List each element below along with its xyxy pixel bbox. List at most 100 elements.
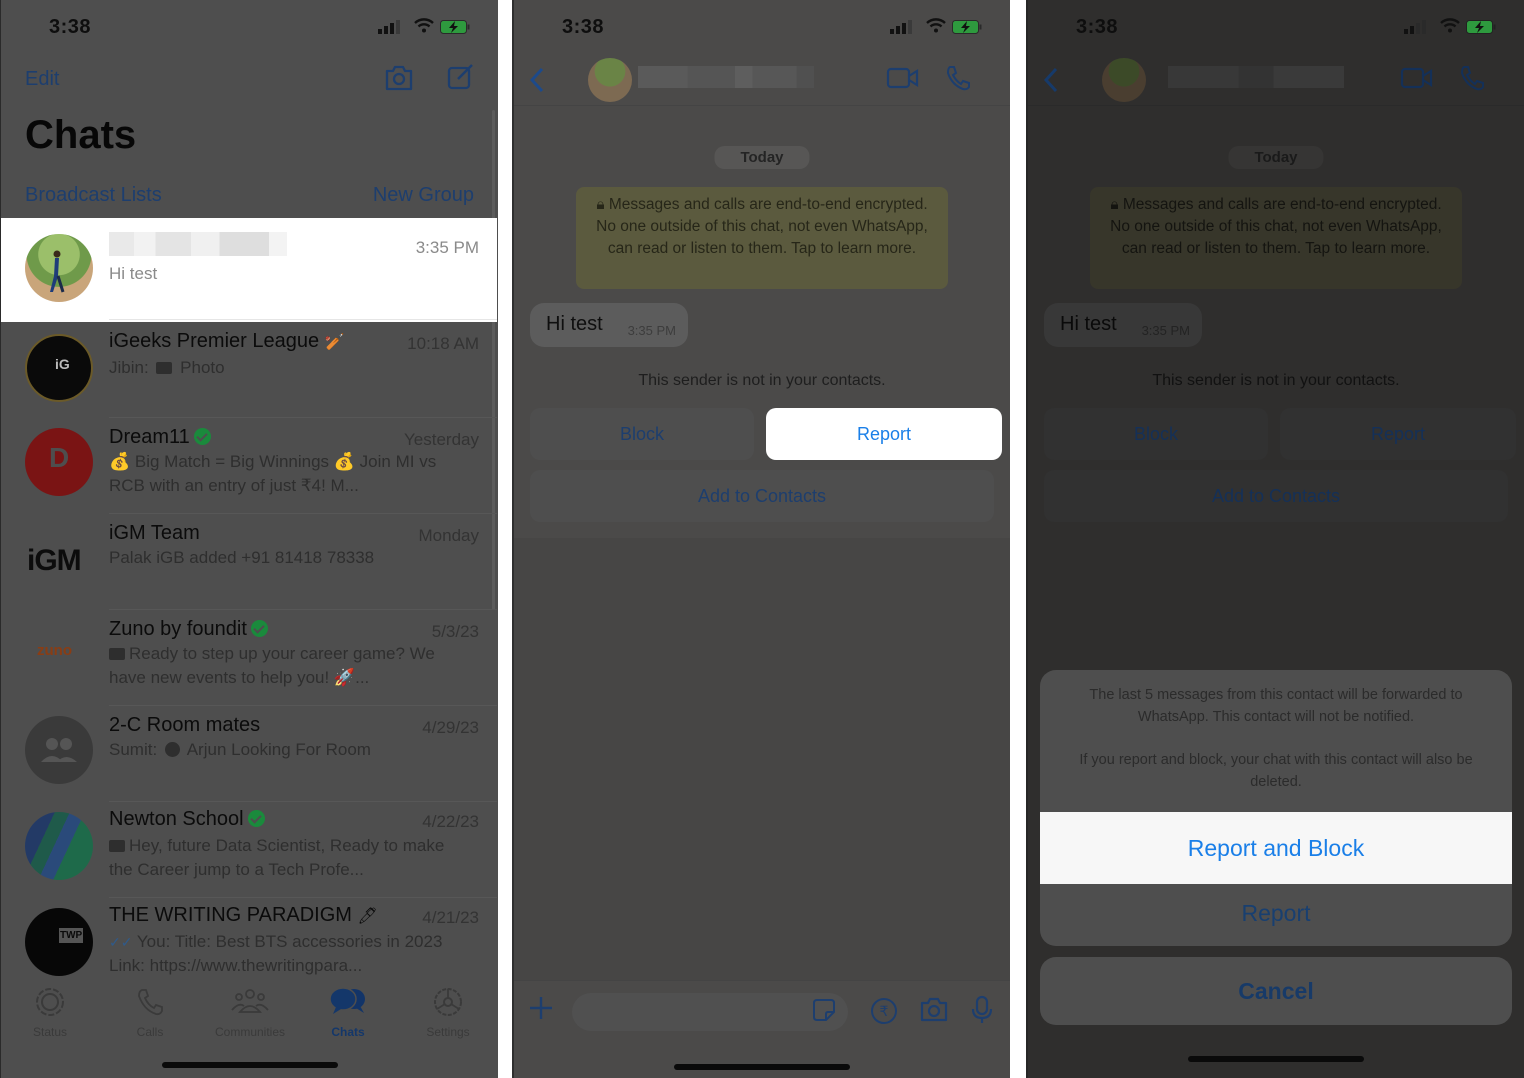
page-title: Chats bbox=[25, 113, 137, 157]
date-divider: Today bbox=[714, 146, 810, 169]
contact-name-redacted[interactable] bbox=[638, 66, 814, 88]
block-button[interactable]: Block bbox=[1044, 408, 1268, 460]
preview-sender: Jibin: bbox=[109, 358, 149, 377]
settings-icon bbox=[434, 988, 462, 1016]
chat-time: 4/21/23 bbox=[422, 908, 479, 927]
chat-preview: Hi test bbox=[109, 264, 158, 283]
message-bubble[interactable]: Hi test 3:35 PM bbox=[1044, 303, 1202, 347]
avatar: iG bbox=[25, 334, 93, 402]
pen-emoji: 🖊 bbox=[357, 908, 378, 925]
home-indicator[interactable] bbox=[1188, 1056, 1364, 1062]
chat-row[interactable]: 3:35 PM Hi test bbox=[1, 218, 497, 322]
back-chevron-icon[interactable] bbox=[528, 66, 546, 94]
avatar: TWP bbox=[25, 908, 93, 976]
camera-icon[interactable] bbox=[919, 997, 949, 1023]
tab-status[interactable]: Status bbox=[5, 986, 95, 1039]
add-to-contacts-button[interactable]: Add to Contacts bbox=[1044, 470, 1508, 522]
message-input[interactable] bbox=[572, 993, 848, 1031]
report-action-sheet: The last 5 messages from this contact wi… bbox=[1040, 670, 1512, 946]
report-button[interactable]: Report bbox=[766, 408, 1002, 460]
voice-call-icon[interactable] bbox=[944, 64, 972, 92]
battery-charging-icon bbox=[952, 20, 982, 34]
payment-rupee-icon[interactable]: ₹ bbox=[870, 997, 898, 1025]
plus-icon[interactable] bbox=[528, 995, 554, 1021]
avatar bbox=[25, 716, 93, 784]
back-chevron-icon[interactable] bbox=[1042, 66, 1060, 94]
video-call-icon[interactable] bbox=[1400, 66, 1434, 90]
message-input-bar: ₹ bbox=[514, 980, 1010, 1078]
new-group-link[interactable]: New Group bbox=[373, 184, 474, 207]
preview-sender: Sumit: bbox=[109, 740, 158, 759]
chat-preview: You: Title: Best BTS accessories in 2023… bbox=[109, 932, 443, 975]
cellular-signal-icon bbox=[1404, 20, 1426, 34]
message-time: 3:35 PM bbox=[1141, 323, 1190, 338]
tab-bar: Status Calls Communities Chats Settings bbox=[1, 978, 498, 1078]
encryption-notice[interactable]: 🔒︎ Messages and calls are end-to-end enc… bbox=[1090, 187, 1462, 289]
avatar: zuno bbox=[25, 620, 93, 688]
message-bubble[interactable]: Hi test 3:35 PM bbox=[530, 303, 688, 347]
contact-name-redacted[interactable] bbox=[1168, 66, 1344, 88]
phone-icon bbox=[138, 989, 163, 1016]
double-check-icon: ✓✓ bbox=[109, 934, 133, 950]
edit-button[interactable]: Edit bbox=[25, 68, 59, 91]
chat-row[interactable]: D Dream11 Yesterday 💰 Big Match = Big Wi… bbox=[1, 418, 497, 514]
voice-call-icon[interactable] bbox=[1458, 64, 1486, 92]
status-bar: 3:38 bbox=[1, 0, 498, 56]
cellular-signal-icon bbox=[890, 20, 912, 34]
avatar-logo-text: TWP bbox=[59, 928, 84, 943]
report-and-block-button[interactable]: Report and Block bbox=[1040, 812, 1512, 884]
chat-name: THE WRITING PARADIGM bbox=[109, 904, 352, 926]
compose-icon[interactable] bbox=[447, 62, 475, 90]
report-button[interactable]: Report bbox=[1280, 408, 1516, 460]
chat-name: Dream11 bbox=[109, 426, 190, 448]
chat-preview: Arjun Looking For Room bbox=[186, 740, 371, 759]
avatar bbox=[25, 234, 93, 302]
encryption-notice[interactable]: 🔒︎ Messages and calls are end-to-end enc… bbox=[576, 187, 948, 289]
wifi-icon bbox=[926, 18, 946, 33]
tab-communities[interactable]: Communities bbox=[205, 986, 295, 1039]
chat-preview: Photo bbox=[180, 358, 225, 377]
camera-icon[interactable] bbox=[384, 64, 414, 92]
block-button[interactable]: Block bbox=[530, 408, 754, 460]
avatar-logo-text: iG bbox=[55, 356, 70, 372]
chat-row[interactable]: Newton School 4/22/23 Hey, future Data S… bbox=[1, 802, 497, 898]
home-indicator[interactable] bbox=[674, 1064, 850, 1070]
date-divider: Today bbox=[1228, 146, 1324, 169]
chat-screen-report-highlight: 3:38 Today 🔒︎ Messages and calls are end… bbox=[512, 0, 1010, 1078]
tab-settings[interactable]: Settings bbox=[403, 986, 493, 1039]
add-to-contacts-button[interactable]: Add to Contacts bbox=[530, 470, 994, 522]
status-icon bbox=[36, 988, 64, 1016]
communities-icon bbox=[231, 989, 269, 1013]
cellular-signal-icon bbox=[378, 20, 400, 34]
cancel-button[interactable]: Cancel bbox=[1040, 957, 1512, 1025]
microphone-icon[interactable] bbox=[970, 995, 994, 1025]
status-bar: 3:38 bbox=[514, 0, 1010, 56]
battery-charging-icon bbox=[1466, 20, 1496, 34]
chat-row[interactable]: iGM iGM Team Monday Palak iGB added +91 … bbox=[1, 514, 497, 610]
chat-preview: Ready to step up your career game? We ha… bbox=[109, 644, 435, 687]
tab-chats[interactable]: Chats bbox=[303, 986, 393, 1039]
chats-list-screen: 3:38 Edit Chats Broadcast Lists New Grou… bbox=[0, 0, 498, 1078]
chat-preview: Hey, future Data Scientist, Ready to mak… bbox=[109, 836, 445, 879]
chat-row[interactable]: iG iGeeks Premier League 🏏 10:18 AM Jibi… bbox=[1, 322, 497, 418]
status-time: 3:38 bbox=[49, 16, 92, 38]
tab-calls[interactable]: Calls bbox=[105, 986, 195, 1039]
contact-name-redacted bbox=[109, 232, 287, 256]
chat-background bbox=[514, 538, 1010, 980]
video-call-icon[interactable] bbox=[886, 66, 920, 90]
home-indicator[interactable] bbox=[161, 1062, 338, 1068]
contact-avatar[interactable] bbox=[1102, 58, 1146, 102]
lock-icon: 🔒︎ bbox=[596, 196, 609, 213]
chat-row[interactable]: 2-C Room mates 4/29/23 Sumit: Arjun Look… bbox=[1, 706, 497, 802]
chat-name: 2-C Room mates bbox=[109, 714, 261, 736]
chat-nav-bar bbox=[514, 56, 1010, 106]
report-only-button[interactable]: Report bbox=[1040, 884, 1512, 946]
contact-icon bbox=[164, 742, 180, 757]
sticker-icon[interactable] bbox=[812, 998, 836, 1022]
chat-time: 10:18 AM bbox=[407, 334, 479, 353]
camera-icon bbox=[156, 362, 173, 374]
contact-avatar[interactable] bbox=[588, 58, 632, 102]
chat-row[interactable]: zuno Zuno by foundit 5/3/23 Ready to ste… bbox=[1, 610, 497, 706]
wifi-icon bbox=[1440, 18, 1460, 33]
broadcast-lists-link[interactable]: Broadcast Lists bbox=[25, 184, 162, 207]
